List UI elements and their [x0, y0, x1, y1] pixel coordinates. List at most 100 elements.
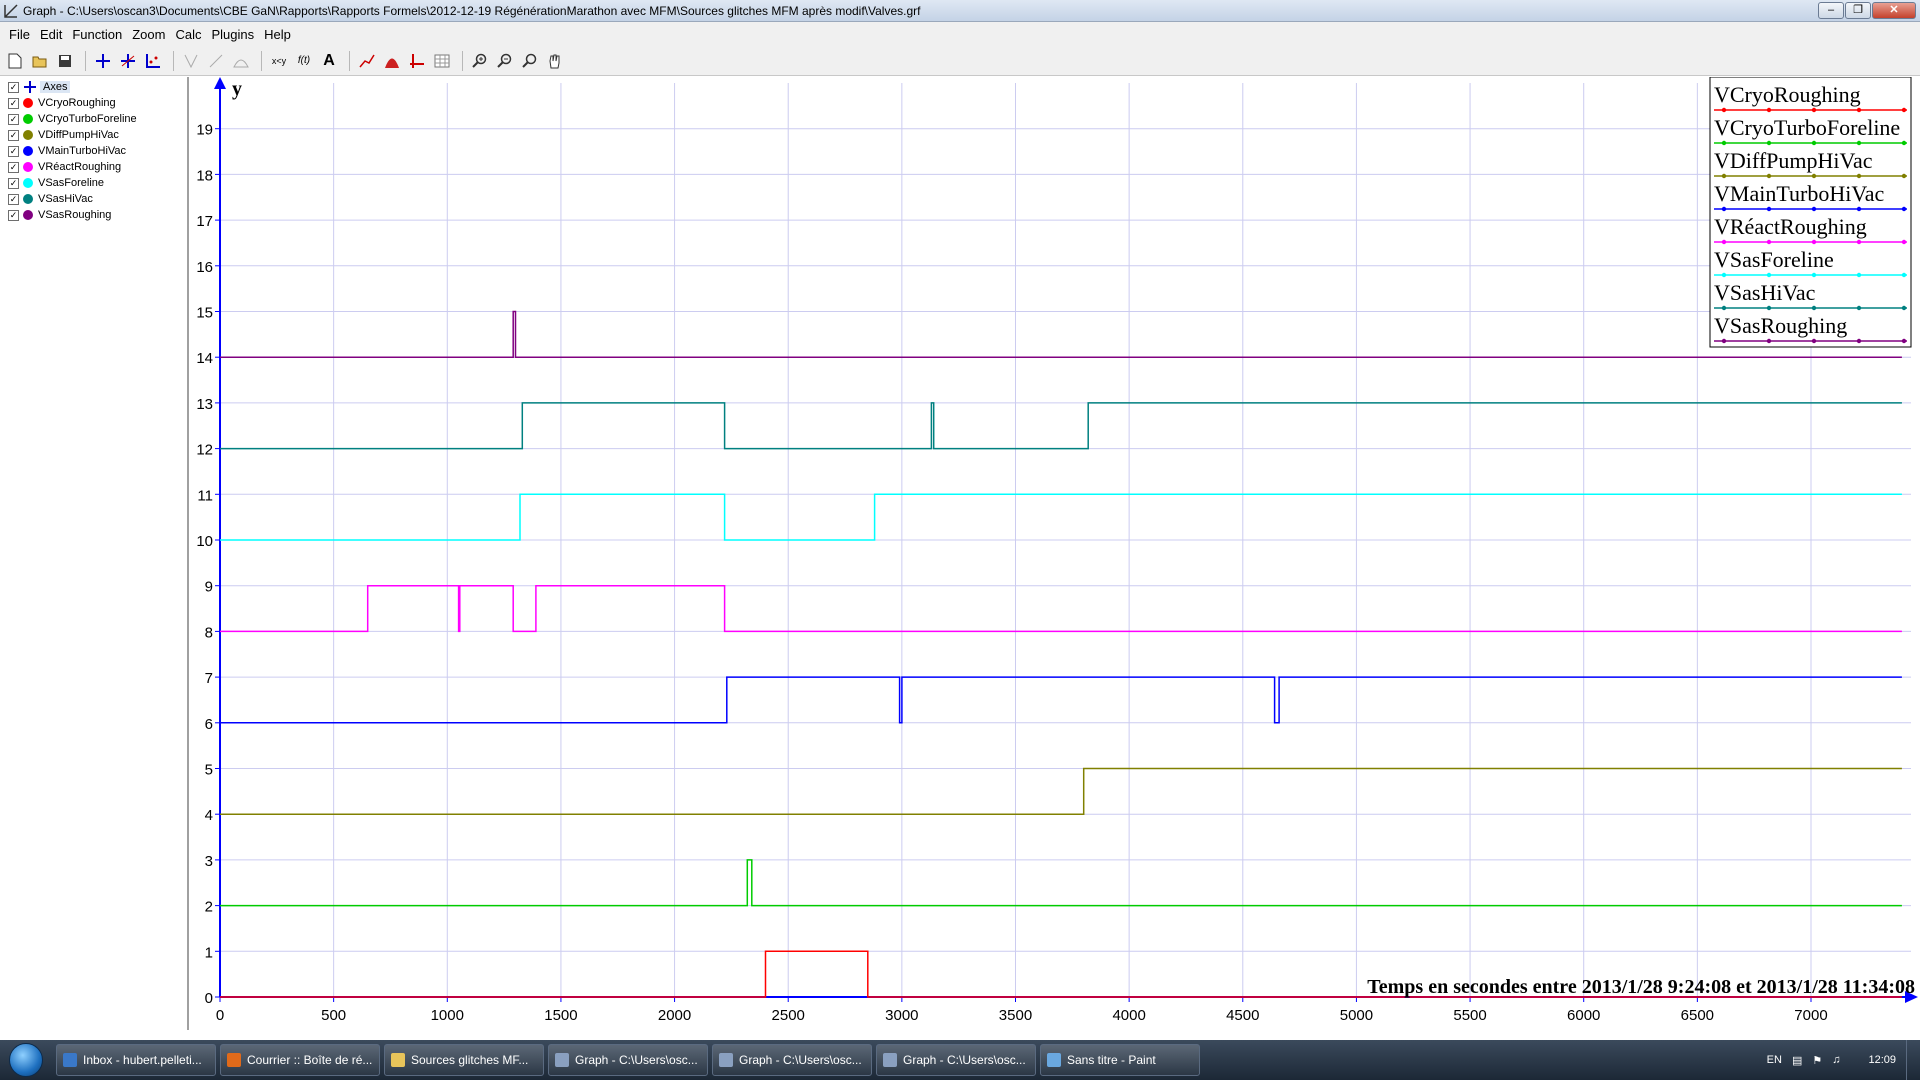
y-tick-label: 5	[205, 762, 213, 779]
series-color-dot	[23, 114, 33, 124]
y-tick-label: 16	[196, 259, 213, 276]
table-button[interactable]	[431, 50, 453, 72]
graph-plot-area[interactable]: 0 500 1000 1500 2000 2500 3000 3500 4000 4500 5000…	[191, 77, 1920, 1030]
function-checkbox[interactable]: ✓	[8, 97, 19, 109]
calc-table-button[interactable]	[406, 50, 428, 72]
checkbox-axes[interactable]: ✓	[8, 81, 19, 93]
pan-button[interactable]	[544, 50, 566, 72]
y-tick-label: 18	[196, 167, 213, 184]
menu-help[interactable]: Help	[259, 27, 296, 42]
axes-points-icon	[146, 53, 160, 68]
taskbar-task-button[interactable]: Sans titre - Paint	[1040, 1044, 1200, 1076]
close-button[interactable]: ✕	[1872, 2, 1916, 19]
function-list-item[interactable]: ✓ VCryoRoughing	[0, 95, 187, 111]
function-checkbox[interactable]: ✓	[8, 129, 19, 141]
series-line	[220, 493, 1902, 541]
legend-swatch-dot	[1721, 107, 1727, 113]
legend-swatch-dot	[1766, 206, 1772, 212]
clock[interactable]: 12:09	[1868, 1054, 1896, 1066]
menu-function[interactable]: Function	[67, 27, 127, 42]
save-file-button[interactable]	[54, 50, 76, 72]
restore-button[interactable]: ❐	[1845, 2, 1871, 19]
menu-file[interactable]: File	[4, 27, 35, 42]
function-checkbox[interactable]: ✓	[8, 161, 19, 173]
axes-red-icon	[410, 53, 424, 68]
x-tick-label: 6000	[1567, 1007, 1600, 1024]
crosshair-plus-icon	[96, 53, 110, 68]
taskbar-task-button[interactable]: Inbox - hubert.pelleti...	[56, 1044, 216, 1076]
graph-app-icon	[4, 3, 18, 18]
start-button[interactable]	[0, 1040, 52, 1080]
task-list: Inbox - hubert.pelleti... Courrier :: Boî…	[52, 1044, 1200, 1076]
series-line	[220, 402, 1902, 450]
x-tick-label: 1000	[431, 1007, 464, 1024]
taskbar-task-button[interactable]: Graph - C:\Users\osc...	[876, 1044, 1036, 1076]
system-tray: EN ▤ ⚑ ♫ 12:09	[1757, 1054, 1906, 1067]
insert-tangent-button[interactable]	[117, 50, 139, 72]
network-icon[interactable]: ▤	[1792, 1054, 1802, 1067]
function-list-item[interactable]: ✓ VMainTurboHiVac	[0, 143, 187, 159]
diagonal-icon	[209, 54, 223, 67]
menu-plugins[interactable]: Plugins	[206, 27, 259, 42]
function-list-item[interactable]: ✓ VDiffPumpHiVac	[0, 127, 187, 143]
y-tick-label: 14	[196, 350, 213, 367]
series-color-dot	[23, 98, 33, 108]
list-item-axes[interactable]: ✓ Axes	[0, 79, 187, 95]
open-file-button[interactable]	[29, 50, 51, 72]
new-file-button[interactable]	[4, 50, 26, 72]
task-app-icon	[63, 1053, 77, 1067]
insert-trendline-button[interactable]	[356, 50, 378, 72]
zoom-out-button[interactable]	[494, 50, 516, 72]
menu-zoom[interactable]: Zoom	[127, 27, 170, 42]
show-desktop-button[interactable]	[1906, 1040, 1920, 1080]
insert-series-button[interactable]	[142, 50, 164, 72]
function-checkbox[interactable]: ✓	[8, 145, 19, 157]
insert-function-button[interactable]	[92, 50, 114, 72]
function-list-item[interactable]: ✓ VSasForeline	[0, 175, 187, 191]
zoom-in-icon	[472, 53, 487, 68]
function-list-item[interactable]: ✓ VSasRoughing	[0, 207, 187, 223]
language-indicator[interactable]: EN	[1767, 1054, 1782, 1066]
taskbar-task-button[interactable]: Courrier :: Boîte de ré...	[220, 1044, 380, 1076]
taskbar-task-button[interactable]: Sources glitches MF...	[384, 1044, 544, 1076]
insert-shade-button[interactable]	[230, 50, 252, 72]
legend-swatch-dot	[1856, 140, 1862, 146]
series-color-dot	[23, 162, 33, 172]
series-line	[220, 584, 1902, 633]
series-color-dot	[23, 130, 33, 140]
legend-swatch-dot	[1766, 239, 1772, 245]
insert-fx-button[interactable]: f(t)	[293, 50, 315, 72]
legend-swatch-dot	[1901, 173, 1907, 179]
zoom-fit-button[interactable]	[519, 50, 541, 72]
insert-point-button[interactable]	[205, 50, 227, 72]
legend-swatch-dot	[1856, 239, 1862, 245]
minimize-button[interactable]: –	[1818, 2, 1844, 19]
function-list-item[interactable]: ✓ VCryoTurboForeline	[0, 111, 187, 127]
menu-calc[interactable]: Calc	[170, 27, 206, 42]
task-label: Courrier :: Boîte de ré...	[247, 1053, 373, 1067]
task-label: Sans titre - Paint	[1067, 1053, 1156, 1067]
zoom-in-button[interactable]	[469, 50, 491, 72]
taskbar-task-button[interactable]: Graph - C:\Users\osc...	[548, 1044, 708, 1076]
legend-swatch-dot	[1856, 206, 1862, 212]
insert-text-button[interactable]: A	[318, 50, 340, 72]
function-checkbox[interactable]: ✓	[8, 209, 19, 221]
insert-relation-button[interactable]: x<y	[268, 50, 290, 72]
taskbar-task-button[interactable]: Graph - C:\Users\osc...	[712, 1044, 872, 1076]
function-label: VCryoTurboForeline	[38, 113, 137, 125]
volume-icon[interactable]: ♫	[1832, 1054, 1840, 1066]
function-checkbox[interactable]: ✓	[8, 177, 19, 189]
function-label: VRéactRoughing	[38, 161, 122, 173]
function-list-item[interactable]: ✓ VSasHiVac	[0, 191, 187, 207]
y-axis-arrow	[214, 77, 226, 89]
function-checkbox[interactable]: ✓	[8, 193, 19, 205]
insert-area-button[interactable]	[381, 50, 403, 72]
menu-edit[interactable]: Edit	[35, 27, 67, 42]
function-checkbox[interactable]: ✓	[8, 113, 19, 125]
edit-relation-button[interactable]	[180, 50, 202, 72]
flag-icon[interactable]: ⚑	[1812, 1054, 1822, 1067]
legend-swatch-dot	[1766, 338, 1772, 344]
legend-swatch-dot	[1901, 272, 1907, 278]
series-color-dot	[23, 210, 33, 220]
function-list-item[interactable]: ✓ VRéactRoughing	[0, 159, 187, 175]
